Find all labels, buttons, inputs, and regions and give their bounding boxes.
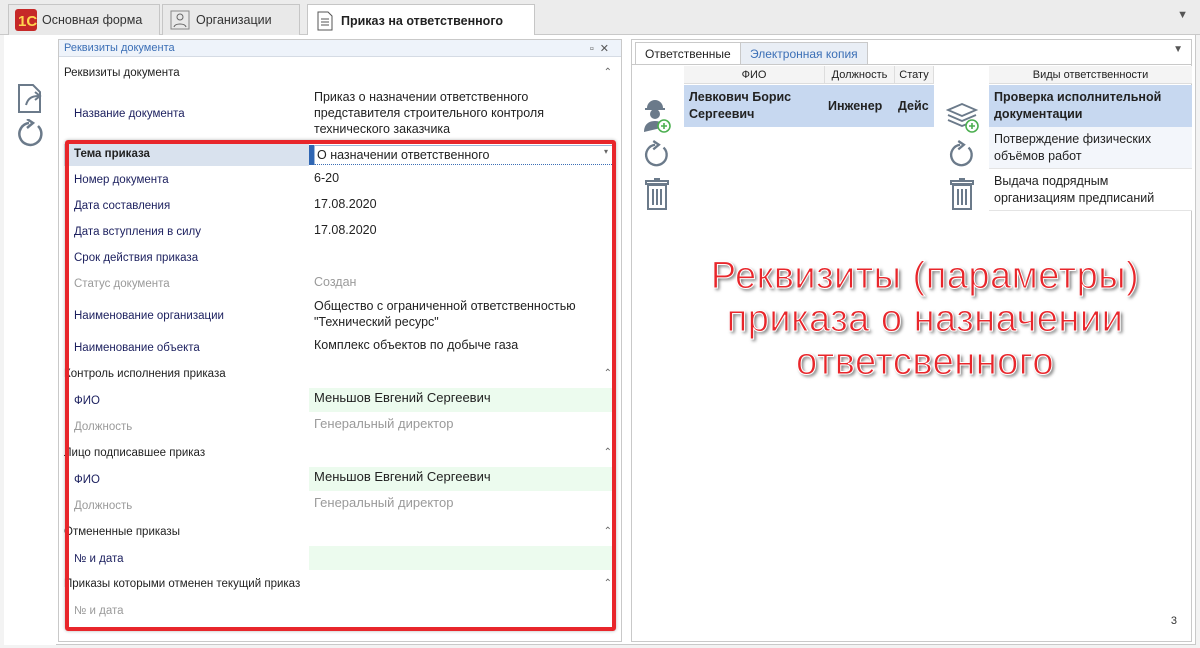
refresh-icon[interactable]	[948, 140, 976, 170]
responsibility-line: документации	[994, 107, 1083, 121]
responsibility-line: объёмов работ	[994, 149, 1082, 163]
panel-menu-chevron-icon[interactable]: ▼	[1173, 44, 1183, 55]
tab-electronic-copy[interactable]: Электронная копия	[740, 42, 868, 64]
doc-name-value[interactable]: Приказ о назначении ответственного предс…	[314, 89, 544, 137]
panel-title-text: Реквизиты документа	[64, 42, 175, 54]
doc-name-line: технического заказчика	[314, 122, 451, 136]
export-icon[interactable]	[16, 83, 46, 115]
panel-title: Реквизиты документа ▫✕	[59, 40, 621, 57]
organization-icon	[169, 9, 191, 31]
annotation-line: Реквизиты (параметры)	[710, 255, 1140, 298]
column-header-position[interactable]: Должность	[825, 66, 895, 84]
doc-name-line: представителя строительного контроля	[314, 106, 544, 120]
svg-text:1C: 1C	[18, 13, 37, 30]
refresh-icon[interactable]	[643, 140, 671, 170]
row-fio: Левкович Борис Сергеевич	[689, 89, 791, 123]
row-position: Инженер	[828, 99, 883, 113]
annotation-line: приказа о назначении	[726, 298, 1124, 341]
refresh-icon[interactable]	[16, 119, 46, 149]
responsibility-item: Проверка исполнительной документации	[994, 89, 1161, 123]
column-header-responsibility-types[interactable]: Виды ответственности	[989, 66, 1192, 84]
add-person-icon[interactable]	[641, 100, 671, 134]
tab-bar: 1C Основная форма Организации Приказ на …	[0, 0, 1200, 36]
doc-name-line: Приказ о назначении ответственного	[314, 90, 529, 104]
collapse-chevron-icon[interactable]: ⌃	[604, 61, 612, 85]
trash-icon[interactable]	[645, 178, 669, 210]
tab-order-responsible[interactable]: Приказ на ответственного	[307, 4, 535, 36]
document-icon	[314, 10, 336, 32]
column-header-fio[interactable]: ФИО	[684, 66, 825, 84]
tabs-menu-chevron-icon[interactable]: ▼	[1177, 9, 1188, 21]
fio-line: Сергеевич	[689, 107, 755, 121]
section-title: Реквизиты документа	[64, 67, 180, 79]
responsibility-line: Потверждение физических	[994, 132, 1152, 146]
responsibility-line: Выдача подрядным	[994, 174, 1109, 188]
doc-name-label: Название документа	[74, 108, 185, 120]
section-doc-properties[interactable]: Реквизиты документа ⌃	[64, 61, 620, 85]
annotation-text: Реквизиты (параметры) приказа о назначен…	[690, 255, 1160, 384]
tab-main-form[interactable]: 1C Основная форма	[8, 4, 160, 35]
panel-controls[interactable]: ▫✕	[590, 41, 615, 58]
tab-underline	[632, 64, 1191, 65]
tab-responsible[interactable]: Ответственные	[635, 42, 741, 65]
responsibility-item: Потверждение физических объёмов работ	[994, 131, 1151, 165]
page-number: 3	[1170, 615, 1177, 627]
responsibility-item: Выдача подрядным организациям предписани…	[994, 173, 1154, 207]
responsibility-line: Проверка исполнительной	[994, 90, 1162, 104]
tab-organizations[interactable]: Организации	[162, 4, 300, 35]
tab-label: Основная форма	[42, 13, 143, 27]
trash-icon[interactable]	[950, 178, 974, 210]
responsibility-line: организациям предписаний	[994, 191, 1155, 205]
add-responsibility-icon[interactable]	[946, 102, 980, 134]
tab-label: Приказ на ответственного	[341, 13, 503, 28]
tab-label: Организации	[196, 13, 272, 27]
left-toolbar	[4, 35, 56, 645]
fio-line: Левкович Борис	[689, 90, 792, 104]
row-status: Дейс	[898, 99, 929, 113]
highlight-frame	[65, 140, 616, 631]
annotation-line: ответсвенного	[796, 341, 1054, 384]
1c-logo-icon: 1C	[15, 9, 37, 31]
column-header-status[interactable]: Стату	[895, 66, 934, 84]
